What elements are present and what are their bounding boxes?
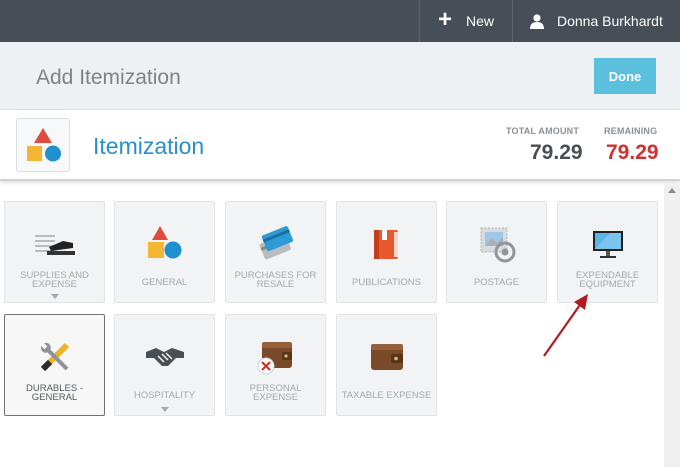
user-icon: [530, 13, 544, 29]
tile-durables-general[interactable]: DURABLES - GENERAL: [4, 314, 105, 416]
itemization-summary: Itemization TOTAL AMOUNT 79.29 REMAINING…: [0, 111, 680, 181]
tile-expendable-equipment[interactable]: EXPENDABLE EQUIPMENT: [557, 201, 658, 303]
handshake-icon: [115, 337, 214, 377]
remaining-label: REMAINING: [604, 126, 658, 136]
tile-label: DURABLES - GENERAL: [25, 383, 83, 403]
tile-taxable-expense[interactable]: TAXABLE EXPENSE: [336, 314, 437, 416]
itemization-title: Itemization: [93, 133, 205, 159]
tile-label: EXPENDABLE EQUIPMENT: [575, 270, 640, 290]
book-icon: [337, 224, 436, 264]
tile-postage[interactable]: POSTAGE: [446, 201, 547, 303]
new-button[interactable]: + New: [419, 0, 513, 42]
tile-label: HOSPITALITY: [133, 390, 196, 401]
tile-label: TAXABLE EXPENSE: [341, 390, 432, 401]
total-amount-label: TOTAL AMOUNT: [506, 126, 580, 136]
wallet-excluded-icon: [226, 337, 325, 377]
total-amount-value: 79.29: [530, 141, 583, 164]
tile-label: PUBLICATIONS: [352, 277, 421, 288]
page-header: Add Itemization Done: [0, 42, 680, 110]
tile-label: PURCHASES FOR RESALE: [234, 270, 317, 290]
tile-label: GENERAL: [141, 277, 188, 288]
tile-publications[interactable]: PUBLICATIONS: [336, 201, 437, 303]
new-button-label: New: [466, 13, 495, 29]
tile-label: PERSONAL EXPENSE: [249, 383, 302, 403]
scroll-up-arrow-icon[interactable]: [668, 188, 676, 193]
chevron-down-icon: [51, 294, 59, 299]
tools-icon: [5, 337, 104, 377]
monitor-icon: [558, 224, 657, 264]
tile-general[interactable]: GENERAL: [114, 201, 215, 303]
scrollbar[interactable]: [664, 183, 680, 467]
tile-hospitality[interactable]: HOSPITALITY: [114, 314, 215, 416]
tile-label: POSTAGE: [473, 277, 520, 288]
page-title: Add Itemization: [36, 66, 181, 89]
credit-cards-icon: [226, 224, 325, 264]
tile-purchases-for-resale[interactable]: PURCHASES FOR RESALE: [225, 201, 326, 303]
plus-icon: +: [437, 5, 452, 33]
tile-personal-expense[interactable]: PERSONAL EXPENSE: [225, 314, 326, 416]
done-button[interactable]: Done: [594, 58, 656, 94]
tile-label: SUPPLIES AND EXPENSE: [20, 270, 89, 290]
user-menu[interactable]: Donna Burkhardt: [514, 0, 680, 42]
user-name: Donna Burkhardt: [557, 13, 663, 29]
remaining-value: 79.29: [606, 141, 659, 164]
stapler-icon: [5, 224, 104, 264]
top-navigation-bar: + New Donna Burkhardt: [0, 0, 680, 42]
wallet-icon: [337, 337, 436, 377]
stamp-icon: [447, 224, 546, 264]
tile-supplies-and-expense[interactable]: SUPPLIES AND EXPENSE: [4, 201, 105, 303]
shapes-icon: [115, 224, 214, 264]
chevron-down-icon: [161, 407, 169, 412]
annotation-arrow-icon: [543, 294, 588, 357]
itemization-icon: [16, 118, 70, 172]
